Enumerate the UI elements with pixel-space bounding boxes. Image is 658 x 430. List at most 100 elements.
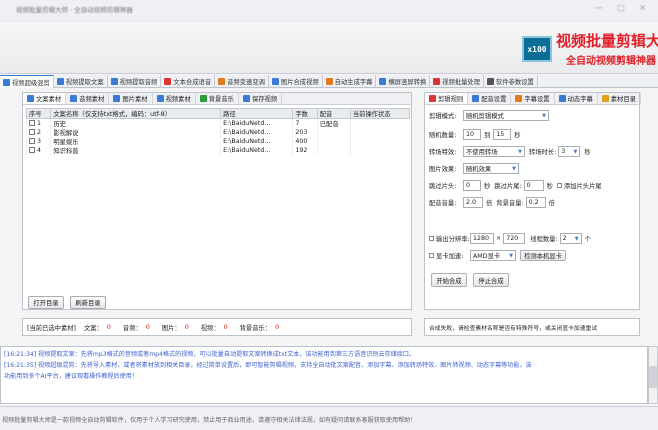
selected-count-bar: [当前已选中素材] 文案： 0 音频： 0 图片： 0 视频： 0 背景音乐： 0 xyxy=(22,318,412,336)
table-row[interactable]: 2 影视解说 E:\BaiduNetd... 203 xyxy=(25,128,410,137)
settings-tab-strip: 剪辑规则 配音设置 字幕设置 动态字幕 素材目录 xyxy=(425,93,641,105)
cell-text: E:\BaiduNetd... xyxy=(223,138,271,145)
count-value: 0 xyxy=(184,323,189,331)
table-cell: 192 xyxy=(292,146,318,155)
settings-tab-label: 字幕设置 xyxy=(524,96,550,103)
main-tab-label: 文本合成语音 xyxy=(173,79,212,86)
random-min-input[interactable]: 10 xyxy=(463,129,481,140)
row-checkbox[interactable] xyxy=(29,129,35,135)
cell-text: 4 xyxy=(37,147,42,154)
gpu-checkbox[interactable] xyxy=(429,253,434,258)
save-icon xyxy=(242,95,250,102)
add-head-tail-checkbox[interactable] xyxy=(556,183,562,188)
column-header[interactable]: 路径 xyxy=(220,108,294,119)
bgm-volume-input[interactable]: 0.2 xyxy=(525,197,546,208)
column-header[interactable]: 当前操作状态 xyxy=(349,108,411,119)
stop-compose-button[interactable]: 停止合成 xyxy=(473,273,509,287)
count-label: 视频： xyxy=(200,324,220,332)
material-tab-strip: 文案素材 音频素材 图片素材 视频素材 背景音乐 保存视频 xyxy=(23,93,411,105)
effect-select[interactable]: 不使用转场 xyxy=(463,146,525,157)
material-panel: 文案素材 音频素材 图片素材 视频素材 背景音乐 保存视频 序号 文案名称（仅支持txt格式… xyxy=(22,92,412,310)
threads-unit: 个 xyxy=(584,236,591,243)
mode-select[interactable]: 随机剪辑模式 xyxy=(463,110,549,121)
mode-row: 剪辑模式: 随机剪辑模式 xyxy=(429,110,549,121)
column-header[interactable]: 字数 xyxy=(292,108,318,119)
material-tab-5[interactable]: 保存视频 xyxy=(239,93,283,104)
settings-panel: 剪辑规则 配音设置 字幕设置 动态字幕 素材目录 剪辑模式: 随机剪辑模式 随机数量: … xyxy=(424,92,641,310)
column-header[interactable]: 序号 xyxy=(25,108,52,119)
settings-tab-1[interactable]: 配音设置 xyxy=(468,93,512,104)
material-tab-0[interactable]: 文案素材 xyxy=(23,93,67,104)
row-checkbox[interactable] xyxy=(29,120,35,126)
threads-select[interactable]: 2 xyxy=(559,233,582,244)
table-cell xyxy=(349,118,410,128)
effect-duration-select[interactable]: 3 xyxy=(558,146,581,157)
random-max-input[interactable]: 15 xyxy=(493,129,512,140)
image-icon xyxy=(271,78,279,85)
log-scrollbar-thumb[interactable] xyxy=(649,366,657,388)
table-cell xyxy=(349,146,410,155)
open-directory-button[interactable]: 打开目录 xyxy=(28,296,64,309)
head-input[interactable]: 0 xyxy=(463,180,481,191)
voice-volume-input[interactable]: 2.0 xyxy=(463,197,483,208)
main-tab-7[interactable]: 横屏竖屏转换 xyxy=(376,75,431,88)
detect-gpu-button[interactable]: 检测本机显卡 xyxy=(520,250,566,261)
resolution-height-input[interactable]: 720 xyxy=(503,233,526,244)
material-tab-2[interactable]: 图片素材 xyxy=(109,93,153,104)
window-controls[interactable]: — □ × xyxy=(595,3,652,12)
main-tab-0[interactable]: 视频超级混剪 xyxy=(0,75,54,88)
table-cell xyxy=(316,137,351,146)
mode-value: 随机剪辑模式 xyxy=(466,113,504,120)
main-tab-4[interactable]: 音频变速变调 xyxy=(215,75,269,88)
tempo-icon xyxy=(218,78,226,85)
row-checkbox[interactable] xyxy=(29,147,35,153)
table-cell: 2 xyxy=(25,128,51,137)
log-area[interactable]: [16:21:34] 视频提取文案：先将mp3格式的音频或者mp4格式的视频，可… xyxy=(0,346,648,404)
settings-tab-label: 素材目录 xyxy=(610,96,636,103)
image-effect-select[interactable]: 随机效果 xyxy=(463,163,519,174)
main-tab-6[interactable]: 自动生成字幕 xyxy=(323,75,377,88)
resolution-width-input[interactable]: 1280 xyxy=(470,233,494,244)
resolution-checkbox[interactable] xyxy=(429,236,434,241)
main-tab-3[interactable]: 文本合成语音 xyxy=(161,75,216,88)
main-tab-5[interactable]: 图片合成视频 xyxy=(269,75,323,88)
material-tab-4[interactable]: 背景音乐 xyxy=(196,93,239,104)
effect-label: 转场特效: xyxy=(429,149,457,156)
cell-text: E:\BaiduNetd... xyxy=(223,120,271,127)
start-compose-button[interactable]: 开始合成 xyxy=(431,273,467,287)
cell-text: E:\BaiduNetd... xyxy=(223,147,271,154)
count-value: 0 xyxy=(275,323,280,331)
cell-text: 3 xyxy=(37,138,42,145)
material-tab-3[interactable]: 视频素材 xyxy=(153,93,196,104)
microphone-icon xyxy=(164,78,172,85)
table-row[interactable]: 1 历史 E:\BaiduNetd... 7 已配音 xyxy=(25,118,410,128)
settings-tab-3[interactable]: 动态字幕 xyxy=(555,93,598,104)
column-header[interactable]: 文案名称（仅支持txt格式，编码：utf-8） xyxy=(50,108,222,119)
tail-input[interactable]: 0 xyxy=(523,180,544,191)
row-checkbox[interactable] xyxy=(29,138,35,144)
image-effect-label: 图片效果: xyxy=(429,166,457,173)
voice-volume-label: 配音音量: xyxy=(429,200,457,207)
mode-label: 剪辑模式: xyxy=(429,113,457,120)
material-tab-1[interactable]: 音频素材 xyxy=(66,93,110,104)
music-icon xyxy=(70,95,78,102)
main-tab-2[interactable]: 视频提取音频 xyxy=(108,75,162,88)
effect-row: 转场特效: 不使用转场 转场时长: 3 秒 xyxy=(429,146,591,157)
gpu-select[interactable]: AMD显卡 xyxy=(470,250,516,261)
main-tab-1[interactable]: 视频提取文案 xyxy=(54,75,108,88)
table-row[interactable]: 3 明星娱乐 E:\BaiduNetd... 400 xyxy=(25,137,410,146)
settings-tab-2[interactable]: 字幕设置 xyxy=(511,93,555,104)
table-row[interactable]: 4 知识科普 E:\BaiduNetd... 192 xyxy=(25,146,410,155)
main-tab-9[interactable]: 软件参数设置 xyxy=(484,75,538,88)
material-tab-label: 图片素材 xyxy=(122,96,148,103)
refresh-directory-button[interactable]: 刷新目录 xyxy=(70,296,106,309)
settings-tab-4[interactable]: 素材目录 xyxy=(598,93,641,104)
image-effect-value: 随机效果 xyxy=(466,166,492,173)
column-header[interactable]: 配音 xyxy=(316,108,351,119)
caption-icon xyxy=(515,95,523,102)
main-tab-8[interactable]: 视频批量处理 xyxy=(430,75,485,88)
cell-text: 400 xyxy=(295,138,308,145)
logo-badge: x100 xyxy=(522,36,552,62)
settings-tab-0[interactable]: 剪辑规则 xyxy=(425,93,469,104)
material-tab-label: 视频素材 xyxy=(165,96,191,103)
